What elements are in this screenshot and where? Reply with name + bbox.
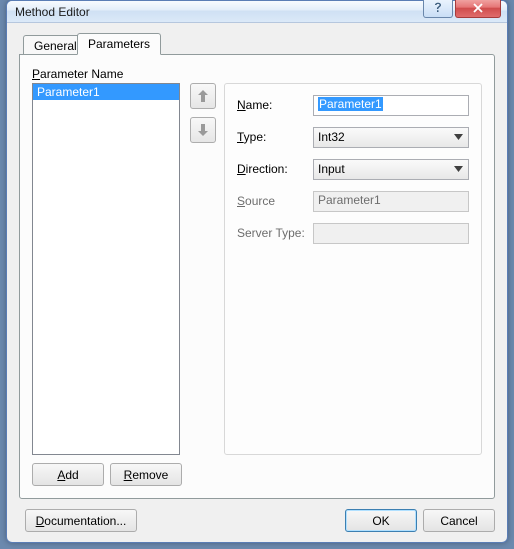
move-up-button[interactable] (190, 83, 216, 109)
source-label: Source (237, 194, 313, 208)
tab-strip: General Parameters (19, 33, 495, 55)
client-area: General Parameters Parameter Name Parame… (7, 23, 507, 542)
tab-parameters[interactable]: Parameters (77, 33, 161, 55)
ok-button[interactable]: OK (345, 509, 417, 532)
window-title: Method Editor (7, 5, 423, 19)
name-label: Name: (237, 98, 313, 112)
direction-label: Direction: (237, 162, 313, 176)
list-item[interactable]: Parameter1 (33, 84, 179, 100)
dialog-footer: Documentation... OK Cancel (19, 509, 495, 532)
chevron-down-icon (451, 134, 466, 140)
remove-button[interactable]: Remove (110, 463, 182, 486)
server-type-label: Server Type: (237, 226, 313, 240)
help-button[interactable] (423, 0, 453, 18)
name-input[interactable]: Parameter1 (313, 95, 469, 116)
type-combobox[interactable]: Int32 (313, 127, 469, 148)
close-button[interactable] (455, 0, 501, 18)
direction-combobox[interactable]: Input (313, 159, 469, 180)
parameter-listbox[interactable]: Parameter1 (32, 83, 180, 455)
arrow-down-icon (197, 123, 209, 137)
tab-panel-parameters: Parameter Name Parameter1 Add Remove (19, 54, 495, 499)
method-editor-dialog: Method Editor General Parameters Paramet… (6, 0, 508, 543)
move-down-button[interactable] (190, 117, 216, 143)
documentation-button[interactable]: Documentation... (25, 509, 137, 532)
chevron-down-icon (451, 166, 466, 172)
parameter-detail-panel: Name: Parameter1 Type: Int32 (224, 83, 482, 455)
type-label: Type: (237, 130, 313, 144)
titlebar[interactable]: Method Editor (7, 1, 507, 23)
cancel-button[interactable]: Cancel (423, 509, 495, 532)
server-type-input (313, 223, 469, 244)
parameter-list-header: Parameter Name (32, 67, 482, 81)
source-input: Parameter1 (313, 191, 469, 212)
add-button[interactable]: Add (32, 463, 104, 486)
arrow-up-icon (197, 89, 209, 103)
